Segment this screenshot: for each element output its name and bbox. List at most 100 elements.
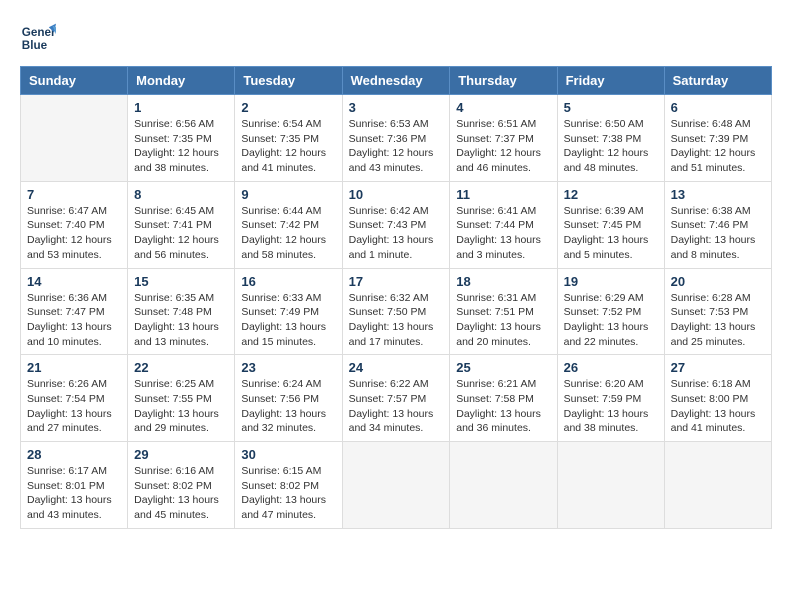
day-info: Sunrise: 6:33 AMSunset: 7:49 PMDaylight:…	[241, 291, 335, 350]
day-number: 13	[671, 187, 765, 202]
week-row-3: 14 Sunrise: 6:36 AMSunset: 7:47 PMDayligh…	[21, 268, 772, 355]
calendar-cell: 11 Sunrise: 6:41 AMSunset: 7:44 PMDayligh…	[450, 181, 557, 268]
calendar-cell: 19 Sunrise: 6:29 AMSunset: 7:52 PMDayligh…	[557, 268, 664, 355]
day-number: 5	[564, 100, 658, 115]
day-number: 14	[27, 274, 121, 289]
day-info: Sunrise: 6:53 AMSunset: 7:36 PMDaylight:…	[349, 117, 444, 176]
calendar-cell: 10Sunrise: 6:42 AMSunset: 7:43 PMDayligh…	[342, 181, 450, 268]
day-number: 22	[134, 360, 228, 375]
calendar-cell: 24 Sunrise: 6:22 AMSunset: 7:57 PMDayligh…	[342, 355, 450, 442]
week-row-1: 1Sunrise: 6:56 AMSunset: 7:35 PMDaylight…	[21, 95, 772, 182]
day-number: 10	[349, 187, 444, 202]
week-row-5: 28Sunrise: 6:17 AMSunset: 8:01 PMDayligh…	[21, 442, 772, 529]
day-number: 17	[349, 274, 444, 289]
day-number: 18	[456, 274, 550, 289]
day-number: 9	[241, 187, 335, 202]
calendar-cell: 7 Sunrise: 6:47 AMSunset: 7:40 PMDaylight…	[21, 181, 128, 268]
calendar-header-thursday: Thursday	[450, 67, 557, 95]
calendar-cell: 8 Sunrise: 6:45 AMSunset: 7:41 PMDaylight…	[128, 181, 235, 268]
calendar-cell: 3 Sunrise: 6:53 AMSunset: 7:36 PMDaylight…	[342, 95, 450, 182]
calendar-cell: 25 Sunrise: 6:21 AMSunset: 7:58 PMDayligh…	[450, 355, 557, 442]
day-number: 23	[241, 360, 335, 375]
calendar-cell: 1Sunrise: 6:56 AMSunset: 7:35 PMDaylight…	[128, 95, 235, 182]
day-info: Sunrise: 6:20 AMSunset: 7:59 PMDaylight:…	[564, 377, 658, 436]
calendar-cell: 17Sunrise: 6:32 AMSunset: 7:50 PMDayligh…	[342, 268, 450, 355]
page-header: General Blue	[20, 20, 772, 56]
day-info: Sunrise: 6:25 AMSunset: 7:55 PMDaylight:…	[134, 377, 228, 436]
day-number: 20	[671, 274, 765, 289]
day-number: 25	[456, 360, 550, 375]
day-number: 11	[456, 187, 550, 202]
calendar-cell: 23Sunrise: 6:24 AMSunset: 7:56 PMDayligh…	[235, 355, 342, 442]
day-number: 26	[564, 360, 658, 375]
day-info: Sunrise: 6:48 AMSunset: 7:39 PMDaylight:…	[671, 117, 765, 176]
calendar-cell: 18 Sunrise: 6:31 AMSunset: 7:51 PMDayligh…	[450, 268, 557, 355]
calendar-cell: 6 Sunrise: 6:48 AMSunset: 7:39 PMDaylight…	[664, 95, 771, 182]
calendar-table: SundayMondayTuesdayWednesdayThursdayFrid…	[20, 66, 772, 529]
week-row-4: 21 Sunrise: 6:26 AMSunset: 7:54 PMDayligh…	[21, 355, 772, 442]
calendar-cell: 12 Sunrise: 6:39 AMSunset: 7:45 PMDayligh…	[557, 181, 664, 268]
day-number: 30	[241, 447, 335, 462]
calendar-cell: 20 Sunrise: 6:28 AMSunset: 7:53 PMDayligh…	[664, 268, 771, 355]
calendar-cell: 26 Sunrise: 6:20 AMSunset: 7:59 PMDayligh…	[557, 355, 664, 442]
calendar-cell: 22 Sunrise: 6:25 AMSunset: 7:55 PMDayligh…	[128, 355, 235, 442]
calendar-header-friday: Friday	[557, 67, 664, 95]
calendar-cell: 9 Sunrise: 6:44 AMSunset: 7:42 PMDaylight…	[235, 181, 342, 268]
calendar-cell: 5 Sunrise: 6:50 AMSunset: 7:38 PMDaylight…	[557, 95, 664, 182]
day-number: 2	[241, 100, 335, 115]
logo: General Blue	[20, 20, 56, 56]
day-info: Sunrise: 6:41 AMSunset: 7:44 PMDaylight:…	[456, 204, 550, 263]
svg-text:Blue: Blue	[22, 39, 48, 52]
day-info: Sunrise: 6:50 AMSunset: 7:38 PMDaylight:…	[564, 117, 658, 176]
calendar-header-wednesday: Wednesday	[342, 67, 450, 95]
day-info: Sunrise: 6:18 AMSunset: 8:00 PMDaylight:…	[671, 377, 765, 436]
day-info: Sunrise: 6:39 AMSunset: 7:45 PMDaylight:…	[564, 204, 658, 263]
day-info: Sunrise: 6:29 AMSunset: 7:52 PMDaylight:…	[564, 291, 658, 350]
day-info: Sunrise: 6:26 AMSunset: 7:54 PMDaylight:…	[27, 377, 121, 436]
day-number: 6	[671, 100, 765, 115]
calendar-cell: 13 Sunrise: 6:38 AMSunset: 7:46 PMDayligh…	[664, 181, 771, 268]
day-info: Sunrise: 6:51 AMSunset: 7:37 PMDaylight:…	[456, 117, 550, 176]
day-number: 16	[241, 274, 335, 289]
day-number: 15	[134, 274, 228, 289]
calendar-cell: 4 Sunrise: 6:51 AMSunset: 7:37 PMDaylight…	[450, 95, 557, 182]
calendar-cell: 30 Sunrise: 6:15 AMSunset: 8:02 PMDayligh…	[235, 442, 342, 529]
calendar-cell: 21 Sunrise: 6:26 AMSunset: 7:54 PMDayligh…	[21, 355, 128, 442]
day-info: Sunrise: 6:47 AMSunset: 7:40 PMDaylight:…	[27, 204, 121, 263]
calendar-cell	[21, 95, 128, 182]
day-info: Sunrise: 6:54 AMSunset: 7:35 PMDaylight:…	[241, 117, 335, 176]
day-info: Sunrise: 6:22 AMSunset: 7:57 PMDaylight:…	[349, 377, 444, 436]
calendar-header-sunday: Sunday	[21, 67, 128, 95]
day-info: Sunrise: 6:21 AMSunset: 7:58 PMDaylight:…	[456, 377, 550, 436]
day-info: Sunrise: 6:31 AMSunset: 7:51 PMDaylight:…	[456, 291, 550, 350]
calendar-cell	[557, 442, 664, 529]
day-info: Sunrise: 6:35 AMSunset: 7:48 PMDaylight:…	[134, 291, 228, 350]
day-number: 3	[349, 100, 444, 115]
week-row-2: 7 Sunrise: 6:47 AMSunset: 7:40 PMDaylight…	[21, 181, 772, 268]
day-number: 1	[134, 100, 228, 115]
day-number: 8	[134, 187, 228, 202]
day-info: Sunrise: 6:44 AMSunset: 7:42 PMDaylight:…	[241, 204, 335, 263]
day-number: 27	[671, 360, 765, 375]
day-info: Sunrise: 6:38 AMSunset: 7:46 PMDaylight:…	[671, 204, 765, 263]
calendar-header-tuesday: Tuesday	[235, 67, 342, 95]
calendar-cell: 14 Sunrise: 6:36 AMSunset: 7:47 PMDayligh…	[21, 268, 128, 355]
calendar-cell: 16 Sunrise: 6:33 AMSunset: 7:49 PMDayligh…	[235, 268, 342, 355]
day-number: 24	[349, 360, 444, 375]
day-number: 28	[27, 447, 121, 462]
day-number: 19	[564, 274, 658, 289]
day-number: 21	[27, 360, 121, 375]
day-info: Sunrise: 6:15 AMSunset: 8:02 PMDaylight:…	[241, 464, 335, 523]
day-info: Sunrise: 6:16 AMSunset: 8:02 PMDaylight:…	[134, 464, 228, 523]
day-info: Sunrise: 6:45 AMSunset: 7:41 PMDaylight:…	[134, 204, 228, 263]
day-number: 4	[456, 100, 550, 115]
calendar-cell: 28Sunrise: 6:17 AMSunset: 8:01 PMDayligh…	[21, 442, 128, 529]
day-number: 29	[134, 447, 228, 462]
day-number: 7	[27, 187, 121, 202]
calendar-header-saturday: Saturday	[664, 67, 771, 95]
day-info: Sunrise: 6:28 AMSunset: 7:53 PMDaylight:…	[671, 291, 765, 350]
day-info: Sunrise: 6:36 AMSunset: 7:47 PMDaylight:…	[27, 291, 121, 350]
day-number: 12	[564, 187, 658, 202]
calendar-cell: 27 Sunrise: 6:18 AMSunset: 8:00 PMDayligh…	[664, 355, 771, 442]
calendar-cell: 2 Sunrise: 6:54 AMSunset: 7:35 PMDaylight…	[235, 95, 342, 182]
